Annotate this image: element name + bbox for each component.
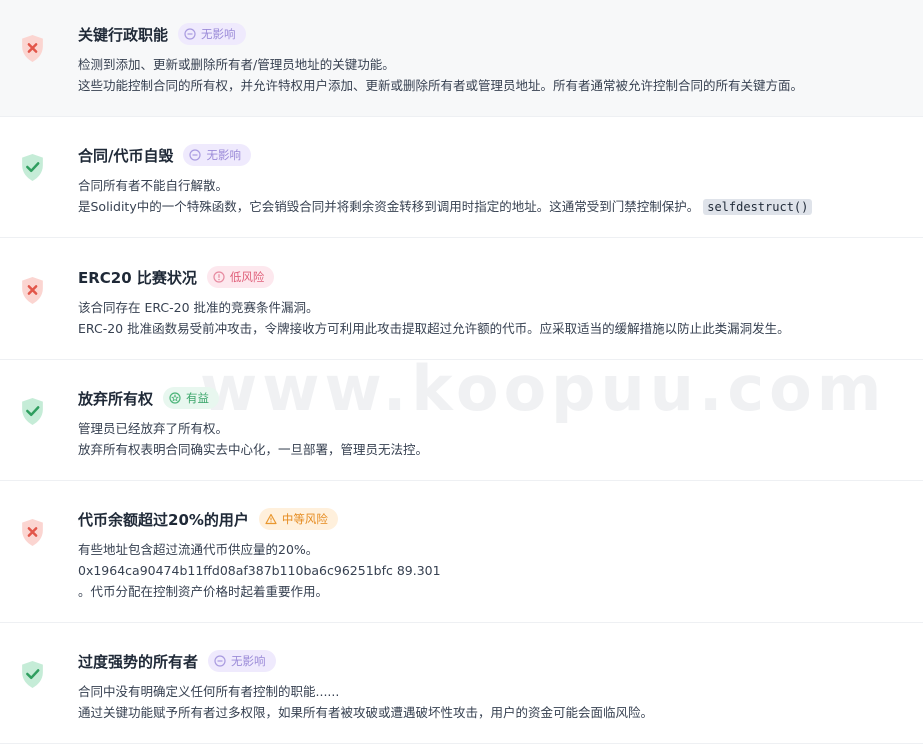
badge-label: 无影响: [201, 27, 236, 41]
description-line: 合同所有者不能自行解散。: [78, 178, 229, 193]
impact-badge: 低风险: [206, 266, 275, 288]
shield-pass-icon: [22, 398, 43, 425]
badge-label: 有益: [186, 391, 210, 405]
description-line: 有些地址包含超过流通代币供应量的20%。: [78, 542, 319, 557]
check-description: 合同所有者不能自行解散。 是Solidity中的一个特殊函数，它会销毁合同并将剩…: [78, 175, 913, 217]
impact-badge: 无影响: [178, 23, 246, 45]
impact-badge: 无影响: [183, 144, 251, 166]
holder-address-line: 0x1964ca90474b11ffd08af387b110ba6c96251b…: [78, 563, 441, 578]
check-item-erc20-race: ERC20 比赛状况 低风险 该合同存在 ERC-20 批准的竞赛条件漏洞。 E…: [0, 238, 923, 360]
badge-label: 中等风险: [281, 512, 328, 526]
check-description: 该合同存在 ERC-20 批准的竞赛条件漏洞。 ERC-20 批准函数易受前冲攻…: [78, 297, 913, 339]
shield-fail-icon: [22, 519, 43, 546]
star-circle-icon: [169, 392, 181, 404]
description-line: ERC-20 批准函数易受前冲攻击，令牌接收方可利用此攻击提取超过允许额的代币。…: [78, 321, 790, 336]
check-title: 代币余额超过20%的用户: [78, 510, 249, 529]
check-title: 放弃所有权: [78, 389, 154, 408]
badge-label: 低风险: [229, 270, 265, 284]
check-title: ERC20 比赛状况: [78, 268, 197, 287]
shield-fail-icon: [22, 35, 43, 62]
description-line: 通过关键功能赋予所有者过多权限，如果所有者被攻破或遭遇破坏性攻击，用户的资金可能…: [78, 705, 654, 720]
check-item-admin-functions: 关键行政职能 无影响 检测到添加、更新或删除所有者/管理员地址的关键功能。 这些…: [0, 0, 923, 117]
description-text: 是Solidity中的一个特殊函数，它会销毁合同并将剩余资金转移到调用时指定的地…: [78, 199, 700, 214]
badge-label: 无影响: [206, 148, 241, 162]
description-line: 放弃所有权表明合同确实去中心化，一旦部署，管理员无法控。: [78, 442, 429, 457]
check-description: 管理员已经放弃了所有权。 放弃所有权表明合同确实去中心化，一旦部署，管理员无法控…: [78, 418, 913, 460]
description-line-with-code: 是Solidity中的一个特殊函数，它会销毁合同并将剩余资金转移到调用时指定的地…: [78, 196, 913, 217]
impact-badge: 无影响: [208, 650, 276, 672]
impact-badge: 中等风险: [258, 508, 338, 530]
check-item-overpowered-owner: 过度强势的所有者 无影响 合同中没有明确定义任何所有者控制的职能...... 通…: [0, 623, 923, 744]
check-item-renounce-ownership: 放弃所有权 有益 管理员已经放弃了所有权。 放弃所有权表明合同确实去中心化，一旦…: [0, 360, 923, 481]
minus-circle-icon: [184, 28, 196, 40]
description-line: 该合同存在 ERC-20 批准的竞赛条件漏洞。: [78, 300, 319, 315]
description-line: 检测到添加、更新或删除所有者/管理员地址的关键功能。: [78, 57, 395, 72]
info-circle-icon: [213, 271, 225, 283]
description-line: 这些功能控制合同的所有权，并允许特权用户添加、更新或删除所有者或管理员地址。所有…: [78, 78, 804, 93]
description-line: 。代币分配在控制资产价格时起着重要作用。: [78, 584, 329, 599]
check-title: 合同/代币自毁: [78, 146, 174, 165]
code-snippet: selfdestruct(): [703, 199, 813, 215]
check-title: 关键行政职能: [78, 25, 169, 44]
check-title: 过度强势的所有者: [78, 652, 199, 671]
description-line: 管理员已经放弃了所有权。: [78, 421, 229, 436]
badge-label: 无影响: [231, 654, 266, 668]
shield-pass-icon: [22, 661, 43, 688]
shield-fail-icon: [22, 277, 43, 304]
check-description: 检测到添加、更新或删除所有者/管理员地址的关键功能。 这些功能控制合同的所有权，…: [78, 54, 913, 96]
minus-circle-icon: [189, 149, 202, 161]
check-description: 有些地址包含超过流通代币供应量的20%。 0x1964ca90474b11ffd…: [78, 539, 913, 602]
shield-pass-icon: [22, 154, 43, 181]
impact-badge: 有益: [163, 387, 220, 409]
check-item-selfdestruct: 合同/代币自毁 无影响 合同所有者不能自行解散。 是Solidity中的一个特殊…: [0, 117, 923, 238]
check-item-top-holders: 代币余额超过20%的用户 中等风险 有些地址包含超过流通代币供应量的20%。 0…: [0, 481, 923, 623]
check-description: 合同中没有明确定义任何所有者控制的职能...... 通过关键功能赋予所有者过多权…: [78, 681, 913, 723]
description-line: 合同中没有明确定义任何所有者控制的职能......: [78, 684, 340, 699]
warning-triangle-icon: [265, 513, 277, 525]
minus-circle-icon: [214, 655, 226, 667]
